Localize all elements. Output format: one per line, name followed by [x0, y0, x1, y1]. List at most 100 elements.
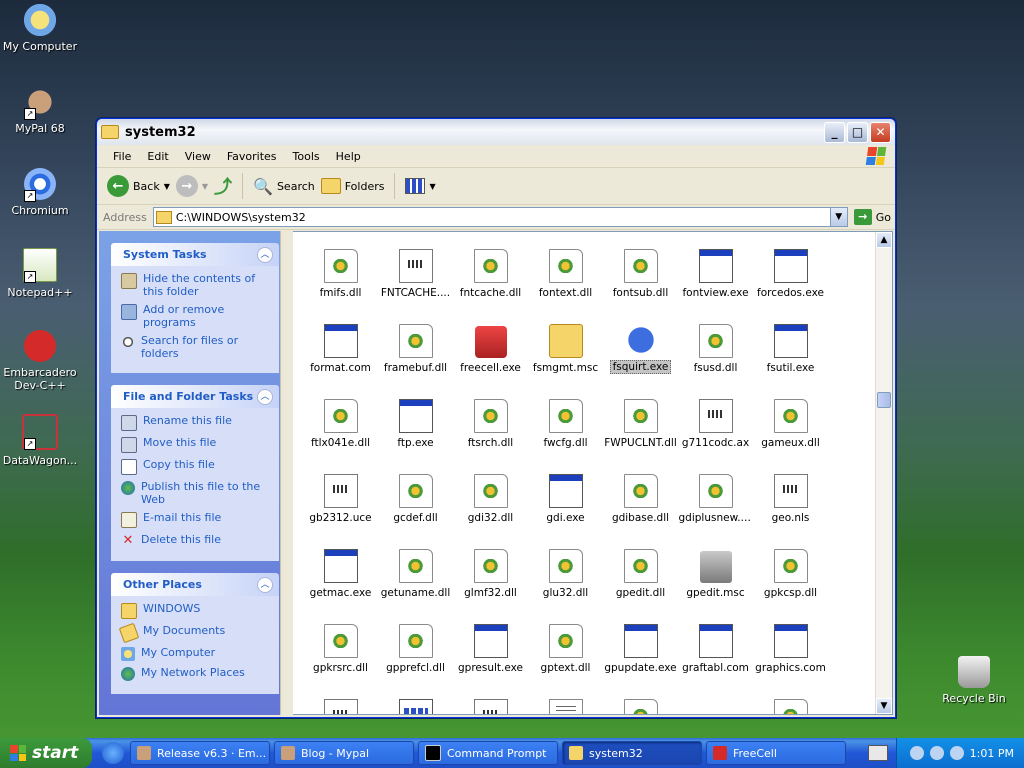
taskbar-button-system32[interactable]: system32	[562, 741, 702, 765]
file-item[interactable]: getuname.dll	[378, 528, 453, 603]
file-item[interactable]: gpupdate.exe	[603, 603, 678, 678]
file-item[interactable]: fmifs.dll	[303, 232, 378, 303]
task-copy[interactable]: Copy this file	[121, 458, 273, 475]
file-item[interactable]: gdi32.dll	[453, 453, 528, 528]
file-item[interactable]: gdiplusnew.dll	[678, 453, 753, 528]
back-button[interactable]: ← Back ▼	[107, 175, 170, 197]
menu-view[interactable]: View	[177, 148, 219, 165]
file-item[interactable]: fwcfg.dll	[528, 378, 603, 453]
file-item[interactable]: gpprefcl.dll	[378, 603, 453, 678]
place-my-network[interactable]: My Network Places	[121, 666, 273, 681]
file-item[interactable]: fontview.exe	[678, 232, 753, 303]
file-item[interactable]: gameux.dll	[753, 378, 828, 453]
desktop-icon-my-computer[interactable]: My Computer	[0, 4, 80, 53]
chevron-down-icon[interactable]: ▼	[202, 182, 208, 191]
file-item[interactable]: h323log.txt	[528, 678, 603, 714]
title-bar[interactable]: system32 _ □ ✕	[97, 119, 895, 145]
scroll-up-button[interactable]: ▲	[876, 232, 892, 248]
views-button[interactable]: ▼	[405, 178, 436, 194]
minimize-button[interactable]: _	[824, 121, 845, 143]
file-item[interactable]: fntcache.dll	[453, 232, 528, 303]
place-windows[interactable]: WINDOWS	[121, 602, 273, 619]
file-item[interactable]: graftabl.com	[678, 603, 753, 678]
maximize-button[interactable]: □	[847, 121, 868, 143]
file-item[interactable]: gpedit.msc	[678, 528, 753, 603]
menu-help[interactable]: Help	[328, 148, 369, 165]
file-item[interactable]: FNTCACHE....	[378, 232, 453, 303]
file-item[interactable]: FWPUCLNT.dll	[603, 378, 678, 453]
file-item[interactable]: gdi.exe	[528, 453, 603, 528]
file-item[interactable]: gptext.dll	[528, 603, 603, 678]
forward-button[interactable]: → ▼	[175, 175, 208, 197]
collapse-icon[interactable]: ︿	[257, 246, 273, 263]
menu-file[interactable]: File	[105, 148, 139, 165]
file-item[interactable]: fontsub.dll	[603, 232, 678, 303]
volume-icon[interactable]	[949, 746, 964, 760]
desktop-icon-devcpp[interactable]: Embarcadero Dev-C++	[0, 330, 80, 392]
file-item[interactable]: fsquirt.exe	[603, 303, 678, 378]
file-view-scrollbar[interactable]: ▲ ▼	[875, 232, 892, 714]
file-item[interactable]: gpkrsrc.dll	[303, 603, 378, 678]
file-item[interactable]: framebuf.dll	[378, 303, 453, 378]
tray-icon[interactable]	[929, 746, 944, 760]
task-search-files[interactable]: Search for files or folders	[121, 334, 273, 360]
taskbar-button-command-prompt[interactable]: Command Prompt	[418, 741, 558, 765]
file-item[interactable]: gpedit.dll	[603, 528, 678, 603]
file-item[interactable]: format.com	[303, 303, 378, 378]
file-item[interactable]: h323msp.dll	[603, 678, 678, 714]
system-tasks-header[interactable]: System Tasks ︿	[111, 243, 279, 266]
file-item[interactable]: gcdef.dll	[378, 453, 453, 528]
task-move[interactable]: Move this file	[121, 436, 273, 453]
task-hide-contents[interactable]: Hide the contents of this folder	[121, 272, 273, 298]
file-item[interactable]: fsusd.dll	[678, 303, 753, 378]
taskbar-button-blog[interactable]: Blog - Mypal	[274, 741, 414, 765]
file-item[interactable]: h323.tsp	[453, 678, 528, 714]
file-item[interactable]: graphics.com	[753, 603, 828, 678]
desktop-icon-recycle-bin[interactable]: Recycle Bin	[934, 656, 1014, 705]
file-item[interactable]: grpconv.exe	[378, 678, 453, 714]
file-item[interactable]: ftsrch.dll	[453, 378, 528, 453]
file-item[interactable]: fsmgmt.msc	[528, 303, 603, 378]
desktop-icon-mypal[interactable]: ↗ MyPal 68	[0, 86, 80, 135]
network-tray-icon[interactable]	[909, 746, 924, 760]
task-add-remove-programs[interactable]: Add or remove programs	[121, 303, 273, 329]
menu-favorites[interactable]: Favorites	[219, 148, 285, 165]
file-item[interactable]: gb2312.uce	[303, 453, 378, 528]
menu-tools[interactable]: Tools	[285, 148, 328, 165]
task-pane-scrollbar[interactable]	[280, 231, 293, 715]
taskbar-button-freecell[interactable]: FreeCell	[706, 741, 846, 765]
scroll-thumb[interactable]	[877, 392, 891, 408]
chevron-down-icon[interactable]: ▼	[164, 182, 170, 191]
desktop-icon-notepadpp[interactable]: ↗ Notepad++	[0, 248, 80, 299]
file-item[interactable]: getmac.exe	[303, 528, 378, 603]
up-folder-button[interactable]: ⤴	[214, 173, 232, 199]
file-item[interactable]: geo.nls	[753, 453, 828, 528]
go-button[interactable]: → Go	[853, 209, 891, 225]
file-item[interactable]: g711codc.ax	[678, 378, 753, 453]
folders-button[interactable]: Folders	[320, 178, 384, 194]
other-places-header[interactable]: Other Places ︿	[111, 573, 279, 596]
file-item[interactable]: gdibase.dll	[603, 453, 678, 528]
desktop-icon-chromium[interactable]: ↗ Chromium	[0, 168, 80, 217]
file-item[interactable]: hdaprop.dll	[753, 678, 828, 714]
address-input[interactable]: C:\WINDOWS\system32 ▼	[152, 207, 848, 227]
file-tasks-header[interactable]: File and Folder Tasks ︿	[111, 385, 279, 408]
place-my-computer[interactable]: My Computer	[121, 646, 273, 661]
file-item[interactable]: gpkcsp.dll	[753, 528, 828, 603]
close-button[interactable]: ✕	[870, 121, 891, 143]
collapse-icon[interactable]: ︿	[257, 388, 273, 405]
file-item[interactable]: fontext.dll	[528, 232, 603, 303]
internet-explorer-icon[interactable]	[102, 742, 124, 764]
menu-edit[interactable]: Edit	[139, 148, 176, 165]
start-button[interactable]: start	[0, 738, 92, 768]
file-item[interactable]: glu32.dll	[528, 528, 603, 603]
file-item[interactable]: glmf32.dll	[453, 528, 528, 603]
file-item[interactable]: forcedos.exe	[753, 232, 828, 303]
taskbar-button-release[interactable]: Release v6.3 · Em...	[130, 741, 270, 765]
address-dropdown-button[interactable]: ▼	[829, 208, 847, 226]
keyboard-icon[interactable]	[868, 745, 888, 761]
file-item[interactable]: ftp.exe	[378, 378, 453, 453]
desktop-icon-datawagon[interactable]: ↗ DataWagon...	[0, 414, 80, 467]
place-my-documents[interactable]: My Documents	[118, 622, 273, 644]
task-rename[interactable]: Rename this file	[121, 414, 273, 431]
